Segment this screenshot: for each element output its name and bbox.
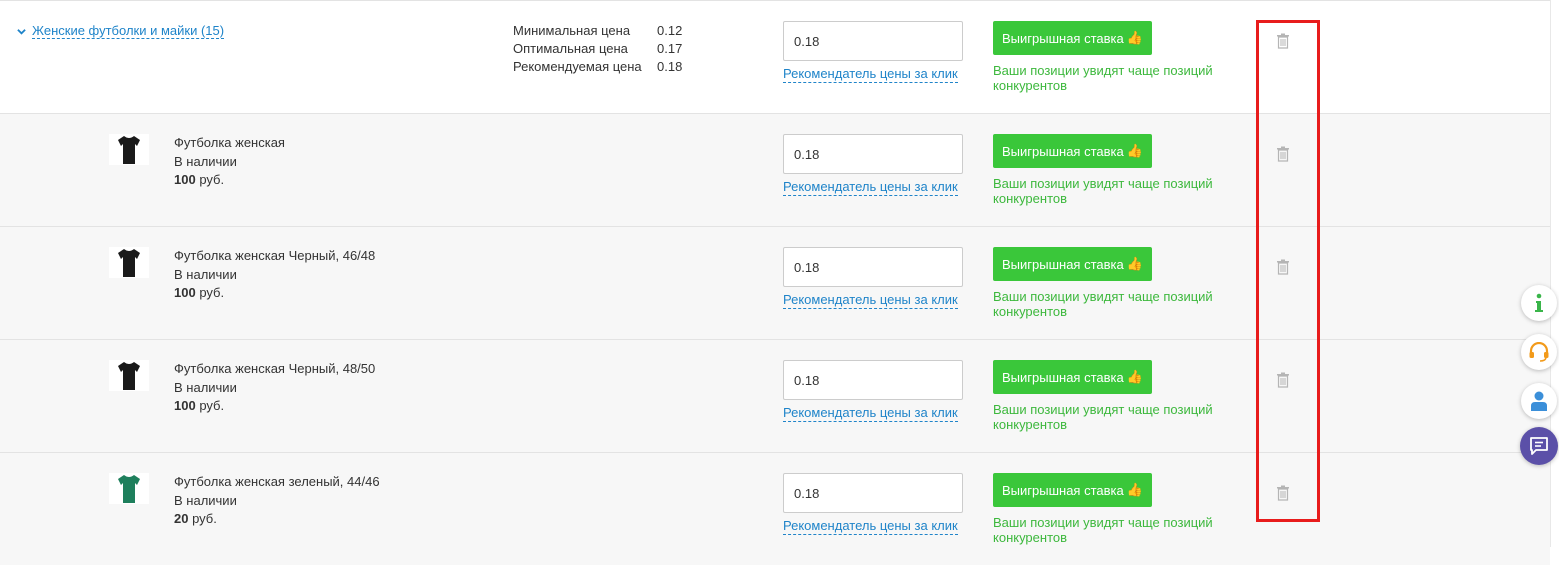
thumbs-up-icon: 👍 — [1126, 369, 1143, 384]
recommender-link[interactable]: Рекомендатель цены за клик — [783, 405, 958, 422]
product-stock: В наличии — [174, 153, 237, 169]
recommender-link[interactable]: Рекомендатель цены за клик — [783, 518, 958, 535]
product-name: Футболка женская Черный, 46/48 — [174, 248, 376, 263]
winning-bid-button[interactable]: Выигрышная ставка 👍 — [993, 21, 1152, 55]
product-price: 100 руб. — [174, 172, 225, 187]
product-row: Футболка женская зеленый, 44/46 В наличи… — [0, 452, 1550, 565]
chevron-down-icon — [17, 28, 26, 35]
opt-price-label: Оптимальная цена — [513, 41, 628, 56]
winning-bid-note: Ваши позиции увидят чаще позиций конкуре… — [993, 63, 1213, 93]
bid-input[interactable] — [783, 134, 963, 174]
price-summary: Минимальная цена 0.12 Оптимальная цена 0.1… — [513, 22, 682, 76]
product-thumbnail — [109, 134, 149, 165]
winning-bid-label: Выигрышная ставка — [1002, 30, 1124, 46]
tshirt-image — [118, 248, 140, 277]
winning-bid-label: Выигрышная ставка — [1002, 256, 1124, 272]
thumbs-up-icon: 👍 — [1126, 143, 1143, 158]
product-info: Футболка женская Черный, 48/50 В наличии… — [174, 360, 375, 416]
category-toggle[interactable]: Женские футболки и майки (15) — [17, 23, 225, 39]
product-thumbnail — [109, 247, 149, 278]
product-row: Футболка женская Черный, 48/50 В наличии… — [0, 339, 1550, 452]
product-thumbnail — [109, 360, 149, 391]
winning-bid-label: Выигрышная ставка — [1002, 482, 1124, 498]
recommender-link[interactable]: Рекомендатель цены за клик — [783, 292, 958, 309]
winning-bid-note: Ваши позиции увидят чаще позиций конкуре… — [993, 402, 1213, 432]
chat-icon — [1530, 437, 1548, 455]
product-price: 100 руб. — [174, 398, 225, 413]
support-button[interactable] — [1521, 334, 1557, 370]
rec-price-label: Рекомендуемая цена — [513, 59, 642, 74]
tshirt-image — [118, 474, 140, 503]
winning-bid-note: Ваши позиции увидят чаще позиций конкуре… — [993, 515, 1213, 545]
winning-bid-note: Ваши позиции увидят чаще позиций конкуре… — [993, 176, 1213, 206]
winning-bid-button[interactable]: Выигрышная ставка 👍 — [993, 247, 1152, 281]
tshirt-image — [118, 135, 140, 164]
trash-icon[interactable] — [1276, 259, 1290, 275]
product-thumbnail — [109, 473, 149, 504]
recommender-link[interactable]: Рекомендатель цены за клик — [783, 66, 958, 83]
bids-table: Женские футболки и майки (15) Минимальна… — [0, 0, 1551, 565]
chat-button[interactable] — [1520, 427, 1558, 465]
product-info: Футболка женская Черный, 46/48 В наличии… — [174, 247, 375, 303]
product-name: Футболка женская — [174, 135, 285, 150]
info-button[interactable] — [1521, 285, 1557, 321]
winning-bid-note: Ваши позиции увидят чаще позиций конкуре… — [993, 289, 1213, 319]
winning-bid-label: Выигрышная ставка — [1002, 143, 1124, 159]
winning-bid-button[interactable]: Выигрышная ставка 👍 — [993, 473, 1152, 507]
bid-input[interactable] — [783, 21, 963, 61]
trash-icon[interactable] — [1276, 485, 1290, 501]
profile-icon — [1531, 391, 1547, 411]
winning-bid-button[interactable]: Выигрышная ставка 👍 — [993, 360, 1152, 394]
tshirt-image — [118, 361, 140, 390]
product-row: Футболка женская В наличии 100 руб. Реко… — [0, 113, 1550, 226]
winning-bid-label: Выигрышная ставка — [1002, 369, 1124, 385]
recommender-link[interactable]: Рекомендатель цены за клик — [783, 179, 958, 196]
support-headset-icon — [1529, 342, 1549, 362]
trash-icon[interactable] — [1276, 146, 1290, 162]
product-info: Футболка женская В наличии 100 руб. — [174, 134, 285, 190]
product-stock: В наличии — [174, 492, 237, 508]
bid-input[interactable] — [783, 473, 963, 513]
product-price: 100 руб. — [174, 285, 225, 300]
trash-icon[interactable] — [1276, 372, 1290, 388]
trash-icon[interactable] — [1276, 33, 1290, 49]
winning-bid-button[interactable]: Выигрышная ставка 👍 — [993, 134, 1152, 168]
product-name: Футболка женская Черный, 48/50 — [174, 361, 376, 376]
product-stock: В наличии — [174, 266, 237, 282]
profile-button[interactable] — [1521, 383, 1557, 419]
category-row: Женские футболки и майки (15) Минимальна… — [0, 0, 1550, 113]
opt-price-value: 0.17 — [657, 41, 683, 56]
bid-input[interactable] — [783, 247, 963, 287]
category-label[interactable]: Женские футболки и майки (15) — [32, 23, 225, 39]
thumbs-up-icon: 👍 — [1126, 482, 1143, 497]
bid-input[interactable] — [783, 360, 963, 400]
thumbs-up-icon: 👍 — [1126, 256, 1143, 271]
rec-price-value: 0.18 — [657, 59, 683, 74]
min-price-value: 0.12 — [657, 23, 683, 38]
product-info: Футболка женская зеленый, 44/46 В наличи… — [174, 473, 380, 529]
product-price: 20 руб. — [174, 511, 217, 526]
min-price-label: Минимальная цена — [513, 23, 631, 38]
product-row: Футболка женская Черный, 46/48 В наличии… — [0, 226, 1550, 339]
thumbs-up-icon: 👍 — [1126, 30, 1143, 45]
product-stock: В наличии — [174, 379, 237, 395]
product-name: Футболка женская зеленый, 44/46 — [174, 474, 380, 489]
info-icon — [1535, 293, 1543, 312]
